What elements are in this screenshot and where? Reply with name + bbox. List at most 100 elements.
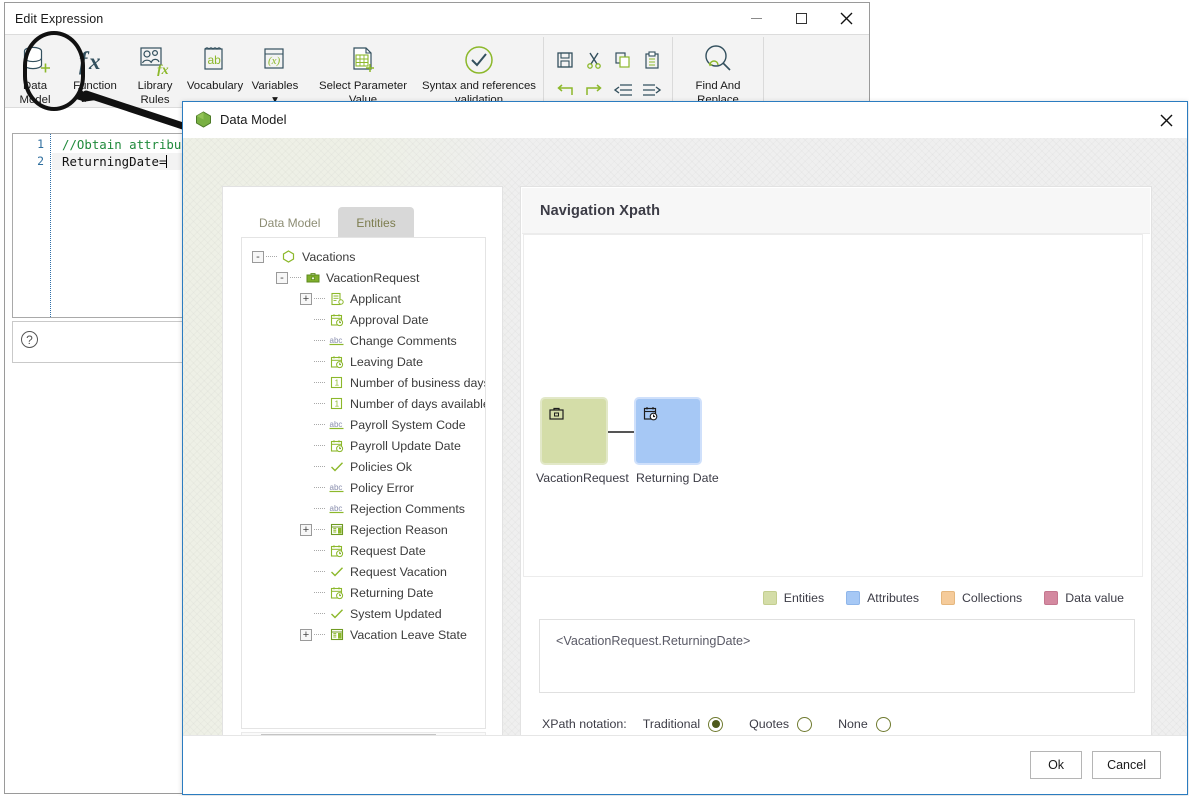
tree-node[interactable]: abc Rejection Comments	[242, 498, 485, 519]
radio-button-quotes[interactable]	[797, 716, 813, 732]
undo-button[interactable]	[551, 77, 578, 103]
tree-connector-line	[314, 445, 325, 446]
indent-button[interactable]	[638, 77, 665, 103]
ribbon-button-variables[interactable]: (x) Variables ▾	[245, 35, 305, 107]
svg-text:abc: abc	[329, 336, 342, 345]
database-add-icon	[20, 42, 50, 78]
tree-node[interactable]: abc Policy Error	[242, 477, 485, 498]
tab-entities[interactable]: Entities	[338, 207, 414, 238]
svg-text:ab: ab	[208, 53, 222, 67]
ribbon-button-library-rules[interactable]: fx Library Rules	[125, 35, 185, 107]
ribbon-label-line1: Library	[137, 80, 173, 92]
svg-text:fx: fx	[157, 63, 169, 76]
tree-node[interactable]: + Rejection Reason	[242, 519, 485, 540]
paste-button[interactable]	[638, 47, 665, 73]
ok-button[interactable]: Ok	[1030, 751, 1083, 779]
dialog-titlebar: Data Model	[183, 102, 1187, 138]
ribbon-toolbar: Data Model f x Function fx Library Rules…	[5, 34, 869, 108]
tree-node-label: Policies Ok	[350, 459, 412, 474]
minimize-button[interactable]	[734, 3, 779, 34]
dialog-footer: Ok Cancel	[183, 735, 1187, 794]
redo-button[interactable]	[580, 77, 607, 103]
tree-node[interactable]: + Applicant	[242, 288, 485, 309]
tree-node-label: VacationRequest	[326, 270, 420, 285]
diagram-node-attribute[interactable]	[634, 397, 702, 465]
tree-collapse-icon[interactable]: -	[276, 271, 288, 284]
ribbon-label-function: Function	[73, 80, 117, 92]
svg-text:abc: abc	[329, 504, 342, 513]
tree-expand-icon[interactable]: +	[300, 292, 312, 305]
tree-node[interactable]: Request Vacation	[242, 561, 485, 582]
close-button[interactable]	[824, 3, 869, 34]
tree-node[interactable]: Policies Ok	[242, 456, 485, 477]
outdent-button[interactable]	[609, 77, 636, 103]
tree-node[interactable]: Leaving Date	[242, 351, 485, 372]
legend-label: Attributes	[867, 591, 920, 605]
copy-button[interactable]	[609, 47, 636, 73]
vocabulary-ab-icon: ab	[200, 42, 230, 78]
tree-connector-line	[314, 424, 325, 425]
boolean-check-icon	[328, 606, 345, 622]
tree-collapse-icon[interactable]: -	[252, 250, 264, 263]
radio-label: Traditional	[642, 717, 701, 731]
collection-icon	[328, 627, 345, 643]
ribbon-button-find-and-replace[interactable]: Find And Replace	[679, 35, 757, 107]
svg-text:1: 1	[335, 378, 340, 387]
ribbon-button-select-parameter-value[interactable]: Select Parameter Value	[305, 35, 421, 107]
tree-expand-icon[interactable]: +	[300, 523, 312, 536]
text-caret	[166, 155, 168, 168]
radio-option-none[interactable]: None	[838, 716, 891, 732]
tree-node-label: Vacations	[302, 249, 356, 264]
tree-node-label: Leaving Date	[350, 354, 424, 369]
date-icon	[328, 312, 345, 328]
ribbon-label-variables: Variables	[251, 80, 299, 92]
xpath-expression-box[interactable]: <VacationRequest.ReturningDate>	[539, 619, 1135, 693]
cancel-button[interactable]: Cancel	[1092, 751, 1161, 779]
tree-node[interactable]: + Vacation Leave State	[242, 624, 485, 645]
ribbon-button-function[interactable]: f x Function	[65, 35, 125, 94]
radio-option-quotes[interactable]: Quotes	[749, 716, 813, 732]
radio-option-traditional[interactable]: Traditional	[642, 716, 724, 732]
ribbon-button-vocabulary[interactable]: ab Vocabulary	[185, 35, 245, 94]
maximize-button[interactable]	[779, 3, 824, 34]
tree-node[interactable]: - VacationRequest	[242, 267, 485, 288]
tree-node-label: Approval Date	[350, 312, 429, 327]
tree-node[interactable]: 1 Number of business days	[242, 372, 485, 393]
date-icon	[643, 406, 659, 422]
radio-button-none[interactable]	[875, 716, 891, 732]
tree-node-label: Vacation Leave State	[350, 627, 467, 642]
tree-connector-line	[314, 613, 325, 614]
ribbon-divider-1	[543, 37, 544, 107]
tree-node[interactable]: 1 Number of days available	[242, 393, 485, 414]
ribbon-button-syntax-validation[interactable]: Syntax and references validation	[421, 35, 537, 107]
navigation-diagram-canvas[interactable]: VacationRequest Returning Date	[523, 234, 1143, 577]
tree-expand-icon[interactable]: +	[300, 628, 312, 641]
entity-ref-icon	[328, 291, 345, 307]
abc-icon: abc	[328, 333, 345, 349]
radio-button-traditional[interactable]	[708, 716, 724, 732]
code-text: ReturningDate=	[62, 154, 167, 169]
legend-item-attributes: Attributes	[846, 591, 919, 605]
help-question-icon[interactable]: ?	[21, 331, 38, 348]
tree-connector-line	[314, 466, 325, 467]
tree-node[interactable]: Returning Date	[242, 582, 485, 603]
ribbon-button-data-model[interactable]: Data Model	[5, 35, 65, 107]
diagram-node-entity[interactable]	[540, 397, 608, 465]
legend-label: Collections	[962, 591, 1023, 605]
cut-button[interactable]	[580, 47, 607, 73]
save-button[interactable]	[551, 47, 578, 73]
tab-data-model[interactable]: Data Model	[241, 207, 338, 238]
tree-node[interactable]: - Vacations	[242, 246, 485, 267]
entity-tree[interactable]: - Vacations - VacationRequest + Applicant Appr…	[241, 237, 486, 729]
tree-node[interactable]: Payroll Update Date	[242, 435, 485, 456]
tree-connector-line	[314, 403, 325, 404]
tree-node[interactable]: System Updated	[242, 603, 485, 624]
tree-connector-line	[314, 361, 325, 362]
tree-node[interactable]: Request Date	[242, 540, 485, 561]
tree-node[interactable]: abc Change Comments	[242, 330, 485, 351]
dialog-close-button[interactable]	[1153, 108, 1179, 132]
tree-node[interactable]: abc Payroll System Code	[242, 414, 485, 435]
tree-node[interactable]: Approval Date	[242, 309, 485, 330]
close-icon	[840, 12, 853, 25]
close-icon	[1160, 114, 1172, 126]
